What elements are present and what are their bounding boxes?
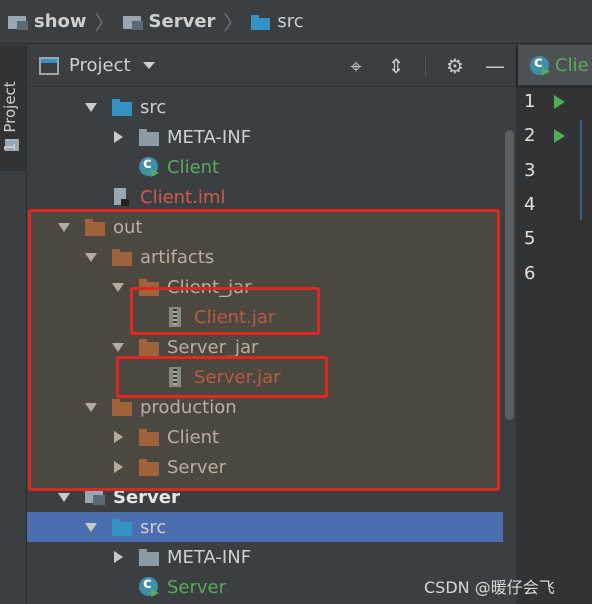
source-folder-icon: [112, 517, 134, 537]
breadcrumb-label: Server: [148, 11, 216, 32]
tree-row-label: Client: [167, 156, 220, 178]
tree-row-label: src: [140, 516, 167, 538]
breadcrumb-separator: 〉: [94, 11, 115, 35]
tree-row[interactable]: Client: [27, 152, 505, 182]
project-view-icon: [39, 56, 59, 75]
project-view-title[interactable]: Project: [69, 55, 131, 76]
tree-row-label: META-INF: [167, 546, 252, 568]
annotation-box-server-jar: [116, 356, 328, 398]
expand-toggle[interactable]: [84, 102, 98, 112]
tree-row[interactable]: META-INF: [27, 542, 505, 572]
run-gutter-icon[interactable]: [554, 95, 565, 109]
editor-tab-client[interactable]: Clie: [518, 45, 592, 85]
tree-row-label: Client.iml: [140, 186, 226, 208]
source-folder-icon: [251, 14, 271, 30]
tree-row-label: src: [140, 96, 167, 118]
line-number: 6: [524, 262, 536, 284]
source-folder-icon: [112, 97, 134, 117]
java-class-icon: [139, 154, 158, 176]
tree-row[interactable]: Client.iml: [27, 182, 505, 212]
hide-minus-icon[interactable]: —: [484, 54, 506, 78]
project-tool-tab-label: 1: Project: [1, 81, 19, 152]
breadcrumb: show 〉 Server 〉 src: [0, 0, 592, 44]
tree-scrollbar-thumb[interactable]: [505, 130, 514, 420]
scope-indicator: [580, 120, 582, 220]
tree-row[interactable]: src: [27, 512, 505, 542]
run-gutter-icon[interactable]: [554, 129, 565, 144]
project-toolwindow-header: Project ⌖ ⇕ ⚙ —: [27, 45, 516, 87]
toolbar-divider: [425, 55, 426, 77]
gear-icon[interactable]: ⚙: [444, 54, 466, 78]
line-number: 4: [524, 193, 536, 215]
module-file-icon: [112, 187, 134, 207]
java-class-icon: [530, 53, 549, 75]
folder-icon: [139, 127, 161, 147]
expand-toggle[interactable]: [111, 551, 125, 563]
chevron-down-icon[interactable]: [142, 62, 155, 69]
java-class-icon: [139, 574, 158, 596]
breadcrumb-item-src[interactable]: src: [251, 11, 304, 32]
line-number: 1: [524, 91, 536, 112]
expand-toggle[interactable]: [84, 522, 98, 532]
breadcrumb-label: show: [34, 11, 87, 32]
expand-toggle[interactable]: [111, 131, 125, 143]
watermark: CSDN @暖仔会飞: [424, 578, 555, 597]
annotation-box-client-jar: [130, 287, 320, 335]
line-number: 2: [524, 125, 536, 147]
tree-row[interactable]: src: [27, 92, 505, 122]
breadcrumb-item-show[interactable]: show: [8, 11, 87, 32]
expand-toggle[interactable]: [57, 492, 71, 502]
chevron-down-icon[interactable]: [85, 522, 97, 532]
collapse-all-icon[interactable]: ⇕: [385, 54, 407, 78]
chevron-down-icon[interactable]: [85, 102, 97, 112]
chevron-right-icon[interactable]: [113, 131, 123, 143]
tree-row-label: Server: [167, 576, 227, 598]
chevron-right-icon[interactable]: [113, 551, 123, 563]
annotation-box-out: [28, 209, 500, 491]
line-number: 5: [524, 228, 536, 250]
chevron-down-icon[interactable]: [58, 492, 70, 502]
tree-row-label: META-INF: [167, 126, 252, 148]
tree-row[interactable]: META-INF: [27, 122, 505, 152]
breadcrumb-label: src: [277, 11, 304, 32]
line-number: 3: [524, 159, 536, 181]
breadcrumb-item-server[interactable]: Server: [122, 11, 216, 32]
folder-icon: [139, 547, 161, 567]
locate-target-icon[interactable]: ⌖: [345, 54, 367, 78]
breadcrumb-separator: 〉: [223, 11, 244, 35]
header-toolbar: ⌖ ⇕ ⚙ —: [345, 45, 506, 87]
editor-tab-label: Clie: [555, 54, 589, 76]
module-icon: [122, 14, 143, 30]
